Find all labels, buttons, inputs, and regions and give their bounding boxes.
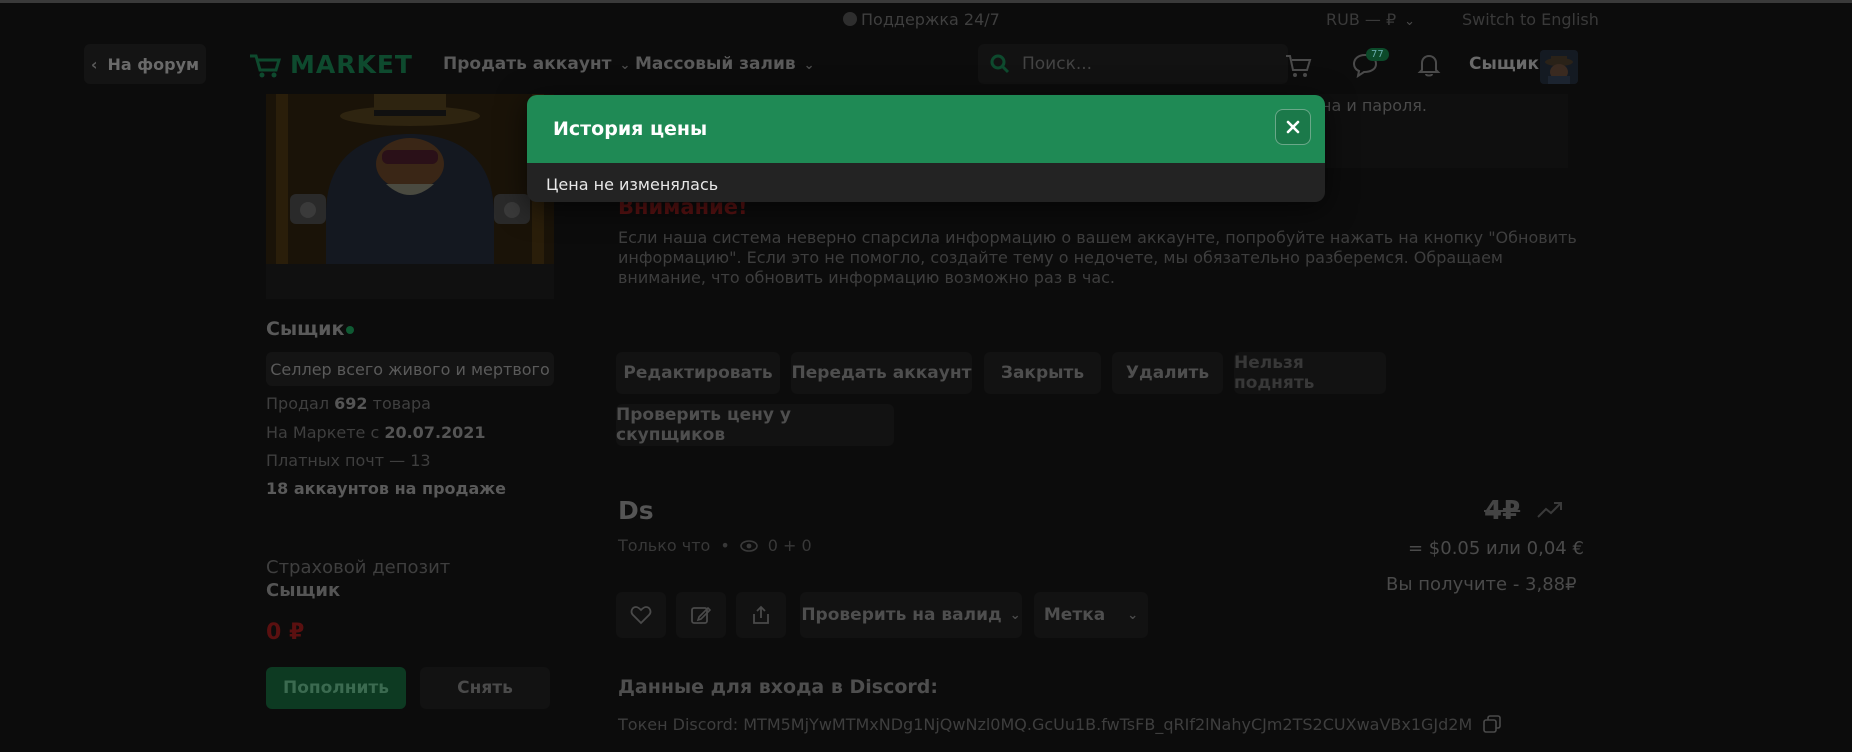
chevron-down-icon: ⌄ <box>803 58 815 73</box>
seller-accounts-on-sale[interactable]: 18 аккаунтов на продаже <box>266 479 506 498</box>
edit-note-button[interactable] <box>676 592 726 638</box>
language-switch[interactable]: Switch to English <box>1462 10 1599 29</box>
deposit-owner: Сыщик <box>266 580 341 601</box>
heart-icon <box>630 606 652 625</box>
bump-disabled-button[interactable]: Нельзя поднять <box>1234 352 1386 394</box>
account-title: Ds <box>618 496 654 525</box>
bell-icon[interactable] <box>1414 50 1444 80</box>
account-time: Только что <box>618 536 711 555</box>
support-icon <box>843 12 857 26</box>
price-history-modal: История цены Цена не изменялась <box>527 95 1325 202</box>
tag-dropdown[interactable]: Метка ⌄ <box>1034 592 1148 638</box>
seller-sold-stat: Продал 692 товара <box>266 394 431 413</box>
top-notice-text: на и пароля. <box>1321 96 1427 115</box>
support-link[interactable]: Поддержка 24/7 <box>843 10 1000 29</box>
nav-sell-account[interactable]: Продать аккаунт ⌄ <box>443 54 630 74</box>
chevron-down-icon: ⌄ <box>1009 607 1021 623</box>
messages-badge: 77 <box>1366 48 1389 61</box>
discord-token-row: Токен Discord: MTM5MjYwMTMxNDg1NjQwNzl0M… <box>618 714 1502 734</box>
deposit-label: Страховой депозит <box>266 557 451 578</box>
deposit-withdraw-button[interactable]: Снять <box>420 667 550 709</box>
price-history-trend-icon[interactable] <box>1536 500 1564 520</box>
chevron-down-icon: ⌄ <box>619 58 631 73</box>
online-status-dot <box>346 326 354 334</box>
modal-title: История цены <box>553 118 708 140</box>
currency-select[interactable]: RUB — ₽ ⌄ <box>1326 10 1415 29</box>
login-data-title: Данные для входа в Discord: <box>618 676 938 698</box>
share-button[interactable] <box>736 592 786 638</box>
share-icon <box>753 605 769 624</box>
cart-logo-icon <box>250 54 282 77</box>
check-buyer-price-button[interactable]: Проверить цену у скупщиков <box>616 404 894 446</box>
seller-name[interactable]: Сыщик <box>266 318 344 340</box>
warning-text: Если наша система неверно спарсила инфор… <box>618 228 1577 287</box>
discord-token-text: Токен Discord: MTM5MjYwMTMxNDg1NjQwNzl0M… <box>618 714 1473 734</box>
market-logo[interactable]: MARKET <box>248 50 413 79</box>
copy-icon[interactable] <box>1482 714 1502 734</box>
modal-header: История цены <box>527 95 1325 163</box>
close-icon <box>1286 120 1300 134</box>
eye-icon <box>739 539 758 552</box>
modal-close-button[interactable] <box>1275 109 1311 145</box>
delete-button[interactable]: Удалить <box>1112 352 1223 394</box>
pencil-square-icon <box>691 606 712 624</box>
chevron-down-icon: ⌄ <box>1127 607 1139 623</box>
user-avatar[interactable] <box>1540 50 1578 84</box>
seller-avatar <box>266 94 554 299</box>
nav-mass-upload[interactable]: Массовый залив ⌄ <box>635 54 815 74</box>
seller-since-stat: На Маркете с 20.07.2021 <box>266 423 486 442</box>
chevron-down-icon: ⌄ <box>1404 14 1416 29</box>
account-meta: Только что • 0 + 0 <box>618 536 812 555</box>
favorite-button[interactable] <box>616 592 666 638</box>
deposit-topup-button[interactable]: Пополнить <box>266 667 406 709</box>
separator-dot: • <box>720 536 730 555</box>
seller-title-badge: Селлер всего живого и мертвого <box>266 352 554 386</box>
edit-button[interactable]: Редактировать <box>616 352 780 394</box>
seller-paid-mail-stat: Платных почт — 13 <box>266 451 431 470</box>
modal-body-text: Цена не изменялась <box>546 175 719 194</box>
chevron-left-icon: ‹ <box>90 54 98 74</box>
check-valid-dropdown[interactable]: Проверить на валид ⌄ <box>800 592 1022 638</box>
price-receive: Вы получите - 3,88₽ <box>1386 574 1577 595</box>
account-views: 0 + 0 <box>767 536 812 555</box>
search-box[interactable] <box>978 44 1288 84</box>
search-icon <box>990 54 1010 74</box>
user-menu-name[interactable]: Сыщик <box>1469 54 1539 74</box>
close-account-button[interactable]: Закрыть <box>984 352 1101 394</box>
back-to-forum-button[interactable]: ‹ На форум <box>84 44 206 84</box>
price-conversion: = $0.05 или 0,04 € <box>1408 538 1584 559</box>
transfer-account-button[interactable]: Передать аккаунт <box>791 352 972 394</box>
cart-icon[interactable] <box>1283 50 1313 80</box>
account-price: 4₽ <box>1484 496 1521 526</box>
deposit-amount: 0 ₽ <box>266 620 305 645</box>
search-input[interactable] <box>1020 53 1264 75</box>
